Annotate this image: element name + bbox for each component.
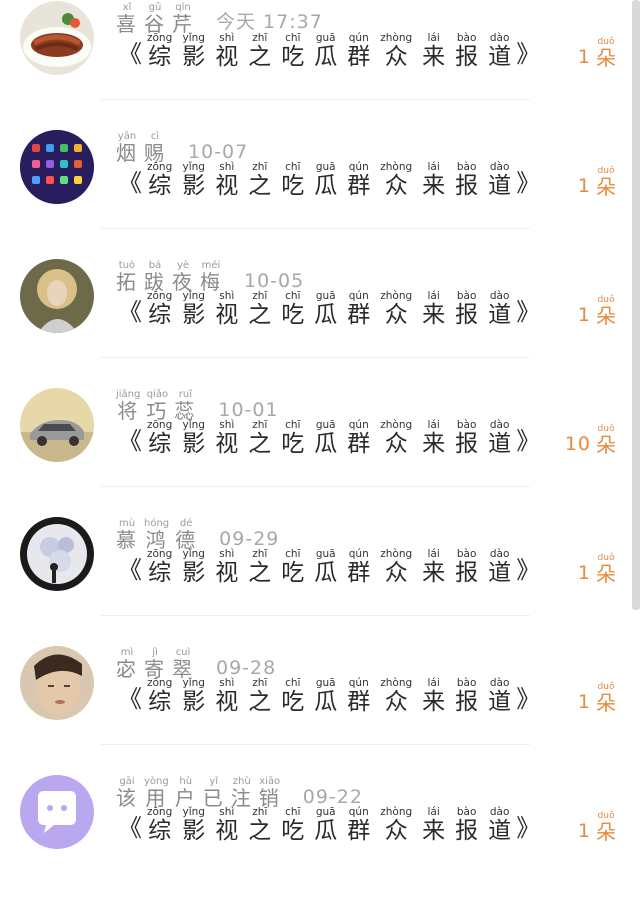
flower-count-number: 1 (577, 175, 591, 197)
divider (100, 486, 530, 487)
open-bracket: 《 (118, 169, 142, 197)
flower-unit: 朵duǒ (596, 682, 616, 716)
flower-unit: 朵duǒ (596, 811, 616, 845)
divider (100, 99, 530, 100)
flower-count: 1 朵duǒ (578, 551, 616, 587)
flower-count-number: 1 (577, 820, 591, 842)
book-title[interactable]: 《综zōng影yǐng视shì之zhī吃chī瓜guā群qún众zhòng来lá… (118, 803, 540, 845)
flower-count: 1 朵duǒ (578, 680, 616, 716)
flower-unit: 朵duǒ (596, 553, 616, 587)
car-photo-avatar[interactable] (20, 388, 94, 462)
title-text: 综zōng影yǐng视shì之zhī吃chī瓜guā群qún众zhòng来lái… (147, 419, 512, 457)
open-bracket: 《 (118, 298, 142, 326)
flower-count-number: 1 (577, 304, 591, 326)
list-item[interactable]: 慕mù鸿hóng德dé 09-29 《综zōng影yǐng视shì之zhī吃chī瓜… (0, 511, 640, 640)
close-bracket: 》 (516, 556, 541, 584)
flower-count: 1 朵duǒ (578, 293, 616, 329)
book-title[interactable]: 《综zōng影yǐng视shì之zhī吃chī瓜guā群qún众zhòng来lá… (118, 416, 540, 458)
scrollbar[interactable] (632, 0, 640, 610)
list-item[interactable]: 喜xǐ谷gǔ芹qín 今天 17:37 《综zōng影yǐng视shì之zhī吃ch… (0, 0, 640, 124)
open-bracket: 《 (118, 814, 142, 842)
open-bracket: 《 (118, 40, 142, 68)
close-bracket: 》 (516, 169, 541, 197)
flower-unit: 朵duǒ (596, 166, 616, 200)
flower-count: 1 朵duǒ (578, 164, 616, 200)
book-title[interactable]: 《综zōng影yǐng视shì之zhī吃chī瓜guā群qún众zhòng来lá… (118, 545, 540, 587)
divider (100, 228, 530, 229)
flower-count-number: 1 (577, 562, 591, 584)
divider (100, 615, 530, 616)
phone-screen-avatar[interactable] (20, 130, 94, 204)
book-title[interactable]: 《综zōng影yǐng视shì之zhī吃chī瓜guā群qún众zhòng来lá… (118, 29, 540, 71)
flower-unit: 朵duǒ (596, 424, 616, 458)
book-title[interactable]: 《综zōng影yǐng视shì之zhī吃chī瓜guā群qún众zhòng来lá… (118, 158, 540, 200)
open-bracket: 《 (118, 556, 142, 584)
book-title[interactable]: 《综zōng影yǐng视shì之zhī吃chī瓜guā群qún众zhòng来lá… (118, 674, 540, 716)
close-bracket: 》 (516, 298, 541, 326)
title-text: 综zōng影yǐng视shì之zhī吃chī瓜guā群qún众zhòng来lái… (147, 290, 512, 328)
close-bracket: 》 (516, 40, 541, 68)
deleted-user-avatar[interactable] (20, 775, 94, 849)
flower-art-avatar[interactable] (20, 517, 94, 591)
list-item[interactable]: 宓mì寄jì翠cuì 09-28 《综zōng影yǐng视shì之zhī吃chī瓜g… (0, 640, 640, 769)
divider (100, 744, 530, 745)
title-text: 综zōng影yǐng视shì之zhī吃chī瓜guā群qún众zhòng来lái… (147, 806, 512, 844)
flower-count: 1 朵duǒ (578, 809, 616, 845)
open-bracket: 《 (118, 427, 142, 455)
list-item[interactable]: 将jiāng巧qiǎo蕊ruǐ 10-01 《综zōng影yǐng视shì之zhī吃… (0, 382, 640, 511)
flower-ranking-list: 喜xǐ谷gǔ芹qín 今天 17:37 《综zōng影yǐng视shì之zhī吃ch… (0, 0, 640, 853)
flower-unit: 朵duǒ (596, 37, 616, 71)
flower-count-number: 1 (577, 46, 591, 68)
man-portrait-avatar[interactable] (20, 646, 94, 720)
divider (100, 357, 530, 358)
close-bracket: 》 (516, 685, 541, 713)
title-text: 综zōng影yǐng视shì之zhī吃chī瓜guā群qún众zhòng来lái… (147, 32, 512, 70)
flower-count: 10 朵duǒ (565, 422, 616, 458)
woman-portrait-avatar[interactable] (20, 259, 94, 333)
close-bracket: 》 (516, 427, 541, 455)
flower-unit: 朵duǒ (596, 295, 616, 329)
list-item[interactable]: 该gāi用yòng户hù已yǐ注zhù销xiāo 09-22 《综zōng影yǐng… (0, 769, 640, 898)
title-text: 综zōng影yǐng视shì之zhī吃chī瓜guā群qún众zhòng来lái… (147, 161, 512, 199)
close-bracket: 》 (516, 814, 541, 842)
flower-count: 1 朵duǒ (578, 35, 616, 71)
flower-count-number: 10 (564, 433, 591, 455)
book-title[interactable]: 《综zōng影yǐng视shì之zhī吃chī瓜guā群qún众zhòng来lá… (118, 287, 540, 329)
open-bracket: 《 (118, 685, 142, 713)
title-text: 综zōng影yǐng视shì之zhī吃chī瓜guā群qún众zhòng来lái… (147, 677, 512, 715)
food-photo-avatar[interactable] (20, 1, 94, 75)
title-text: 综zōng影yǐng视shì之zhī吃chī瓜guā群qún众zhòng来lái… (147, 548, 512, 586)
list-item[interactable]: 烟yān赐cì 10-07 《综zōng影yǐng视shì之zhī吃chī瓜guā群… (0, 124, 640, 253)
list-item[interactable]: 拓tuò跋bá夜yè梅méi 10-05 《综zōng影yǐng视shì之zhī吃c… (0, 253, 640, 382)
flower-count-number: 1 (577, 691, 591, 713)
